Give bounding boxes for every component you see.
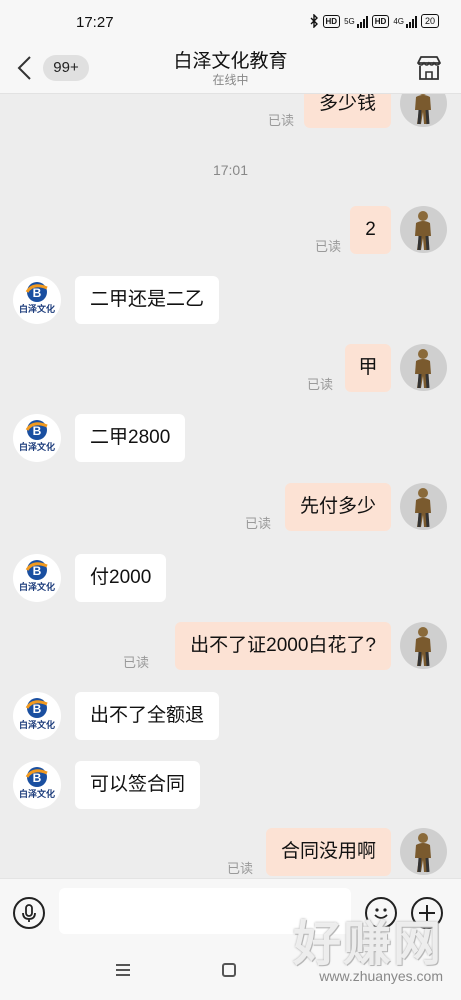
- message-row: B 白泽文化 付2000: [0, 552, 461, 602]
- time-divider: 17:01: [212, 162, 249, 178]
- message-row: 已读 出不了证2000白花了?: [0, 622, 461, 672]
- status-icons: HD 5G HD 4G 20: [309, 14, 439, 28]
- message-bubble[interactable]: 二甲2800: [75, 414, 186, 462]
- signal-icon-2: [405, 15, 417, 28]
- svg-text:B: B: [33, 424, 42, 438]
- message-row: B 白泽文化 可以签合同: [0, 759, 461, 809]
- org-logo-icon: B 白泽文化: [19, 420, 55, 453]
- message-bubble[interactable]: 二甲还是二乙: [75, 276, 220, 324]
- user-avatar[interactable]: [400, 344, 447, 391]
- status-time: 17:27: [76, 14, 114, 31]
- svg-text:B: B: [33, 771, 42, 785]
- read-receipt: 已读: [267, 113, 294, 128]
- user-avatar-figure-icon: [415, 211, 431, 251]
- org-logo-icon: B 白泽文化: [19, 282, 55, 315]
- org-avatar[interactable]: B 白泽文化: [13, 692, 61, 740]
- org-avatar[interactable]: B 白泽文化: [13, 276, 61, 324]
- message-row: 已读 2: [0, 206, 461, 256]
- user-avatar-figure-icon: [415, 349, 431, 389]
- org-logo-text: 白泽文化: [19, 303, 55, 315]
- user-avatar-figure-icon: [415, 833, 431, 873]
- user-avatar-figure-icon: [415, 488, 431, 528]
- message-bubble[interactable]: 先付多少: [284, 483, 391, 531]
- user-avatar[interactable]: [400, 206, 447, 253]
- chat-title: 白泽文化教育: [173, 51, 288, 72]
- svg-text:B: B: [33, 702, 42, 716]
- message-row: 已读 合同没用啊: [0, 828, 461, 878]
- message-row: 已读 甲: [0, 344, 461, 394]
- org-logo-icon: B 白泽文化: [19, 698, 55, 731]
- org-avatar[interactable]: B 白泽文化: [13, 554, 61, 602]
- home-icon[interactable]: [222, 963, 236, 977]
- org-logo-icon: B 白泽文化: [19, 560, 55, 593]
- bluetooth-icon: [310, 14, 318, 28]
- svg-text:B: B: [33, 286, 42, 300]
- battery-icon: 20: [420, 14, 439, 28]
- user-avatar[interactable]: [400, 622, 447, 669]
- org-avatar[interactable]: B 白泽文化: [13, 414, 61, 462]
- message-bubble[interactable]: 付2000: [75, 554, 167, 602]
- svg-text:B: B: [33, 564, 42, 578]
- message-bubble[interactable]: 甲: [345, 344, 391, 392]
- org-logo-text: 白泽文化: [19, 719, 55, 731]
- voice-icon[interactable]: [13, 897, 45, 929]
- message-bubble[interactable]: 可以签合同: [75, 761, 201, 809]
- read-receipt: 已读: [306, 377, 333, 392]
- message-bubble[interactable]: 出不了证2000白花了?: [175, 622, 391, 670]
- read-receipt: 已读: [244, 516, 271, 531]
- message-row: B 白泽文化 二甲还是二乙: [0, 274, 461, 324]
- user-avatar[interactable]: [400, 828, 447, 875]
- microphone-icon: [22, 904, 36, 922]
- online-status: 在线中: [212, 73, 249, 87]
- read-receipt: 已读: [122, 655, 149, 670]
- read-receipt: 已读: [314, 239, 341, 254]
- watermark: 好赚网 www.zhuanyes.com: [293, 916, 443, 984]
- signal-icon: [356, 15, 368, 28]
- watermark-logo: 好赚网: [292, 916, 443, 972]
- chat-header: 99+ 白泽文化教育 在线中: [0, 46, 461, 94]
- org-logo-text: 白泽文化: [19, 788, 55, 800]
- message-bubble[interactable]: 2: [350, 206, 391, 254]
- user-avatar-figure-icon: [415, 627, 431, 667]
- message-bubble[interactable]: 出不了全额退: [75, 692, 220, 740]
- message-bubble[interactable]: 多少钱: [303, 94, 391, 128]
- network-5g-label: 5G: [344, 16, 355, 26]
- message-row: 已读 多少钱: [0, 94, 461, 130]
- org-avatar[interactable]: B 白泽文化: [13, 761, 61, 809]
- org-logo-text: 白泽文化: [19, 441, 55, 453]
- message-row: 已读 先付多少: [0, 483, 461, 533]
- shop-icon[interactable]: [415, 54, 443, 82]
- network-4g-label: 4G: [393, 16, 404, 26]
- user-avatar[interactable]: [400, 483, 447, 530]
- menu-icon[interactable]: [116, 964, 130, 976]
- message-row: B 白泽文化 二甲2800: [0, 412, 461, 462]
- status-bar: 17:27 HD 5G HD 4G 20: [0, 0, 461, 46]
- user-avatar[interactable]: [400, 94, 447, 127]
- hd-badge-2: HD: [371, 14, 390, 28]
- message-bubble[interactable]: 合同没用啊: [265, 828, 391, 876]
- chat-area[interactable]: 已读 多少钱 17:01 已读 2 B 白泽文化 二甲还是二乙 已读 甲 B 白…: [0, 94, 461, 878]
- hd-badge: HD: [322, 14, 341, 28]
- user-avatar-figure-icon: [415, 94, 431, 125]
- org-logo-text: 白泽文化: [19, 581, 55, 593]
- message-row: B 白泽文化 出不了全额退: [0, 690, 461, 740]
- read-receipt: 已读: [226, 861, 253, 876]
- org-logo-icon: B 白泽文化: [19, 767, 55, 800]
